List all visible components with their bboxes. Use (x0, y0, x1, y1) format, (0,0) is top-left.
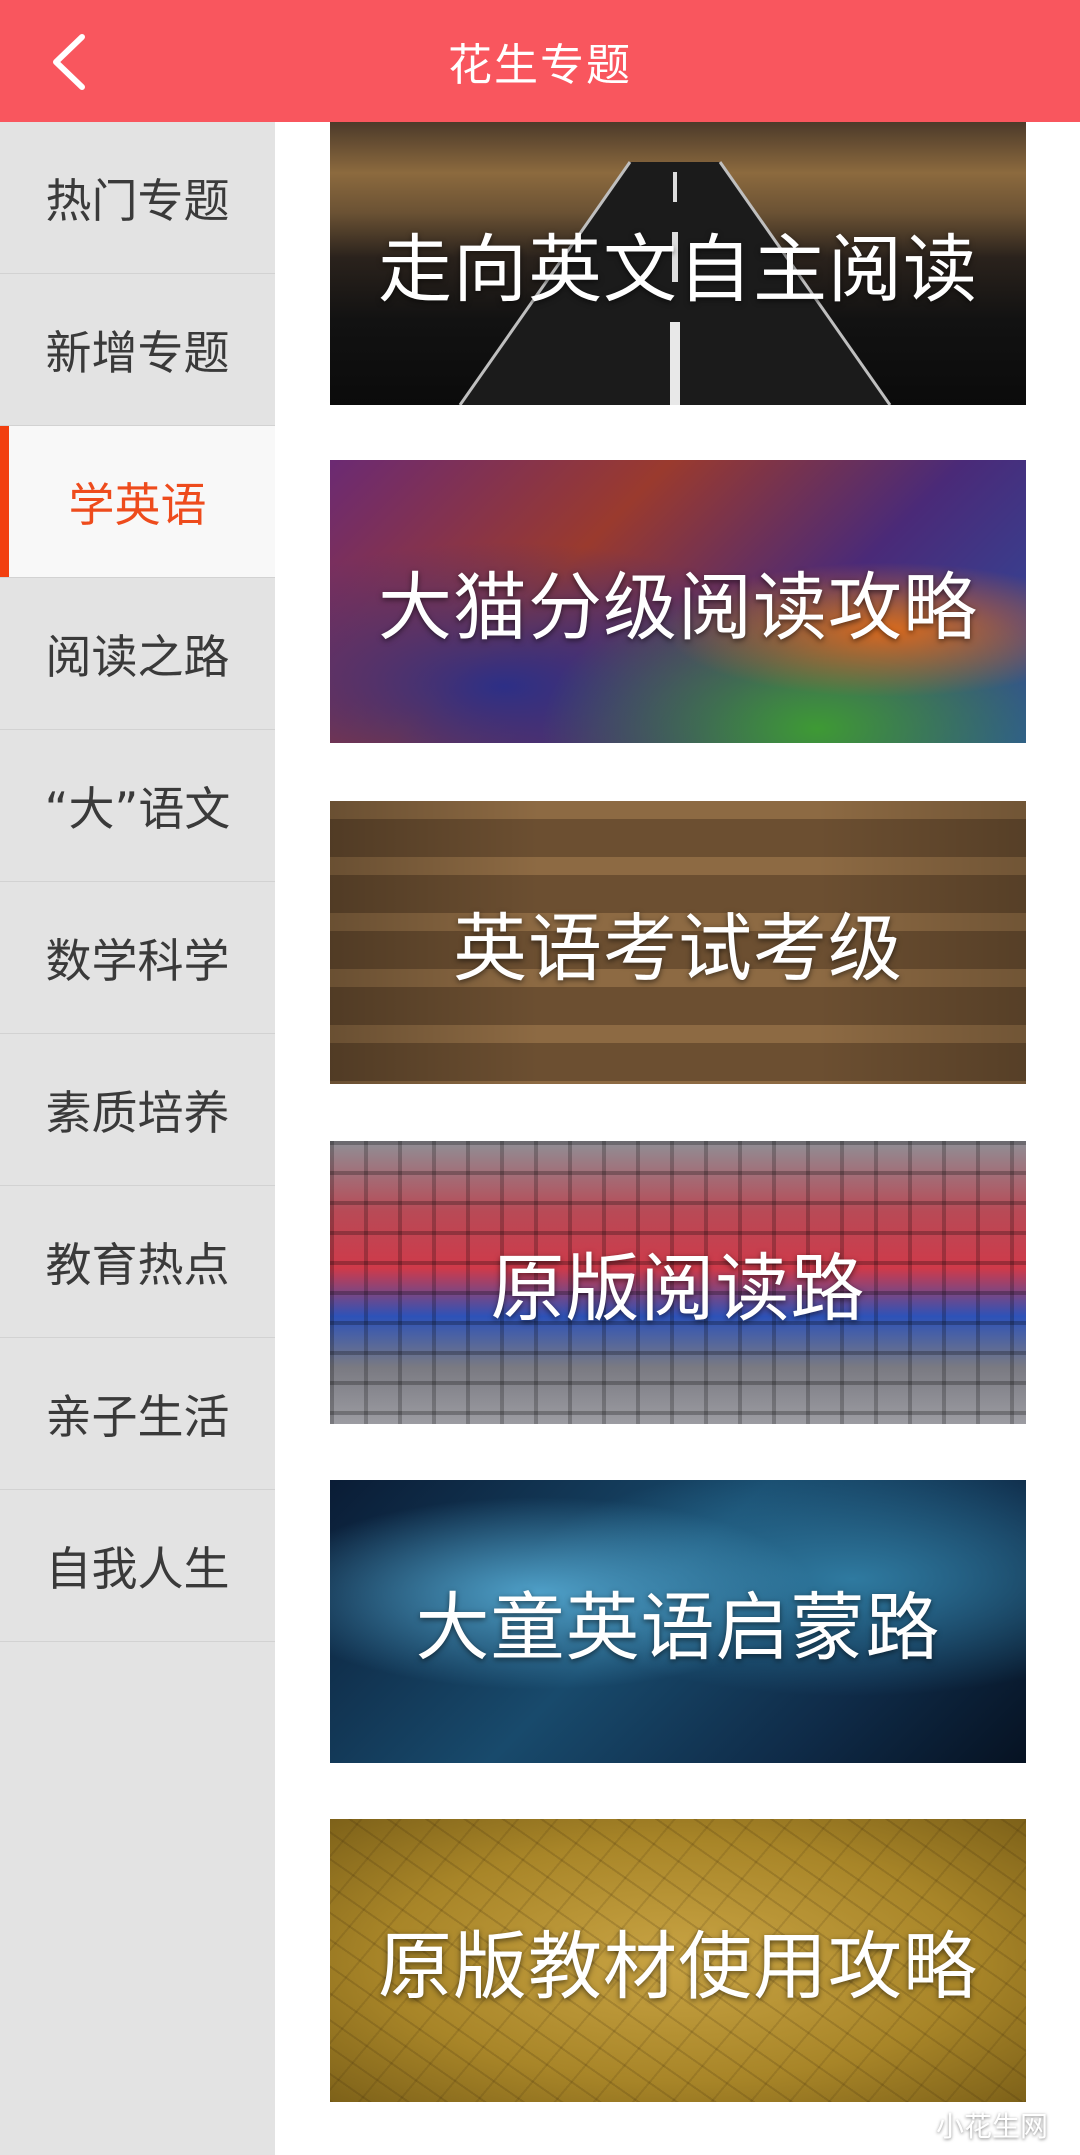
topic-card-english-independent-reading[interactable]: 走向英文自主阅读 (330, 122, 1026, 405)
sidebar-item-quality-development[interactable]: 素质培养 (0, 1034, 275, 1186)
topic-list[interactable]: 走向英文自主阅读 大猫分级阅读攻略 英语考试考级 原版阅读路 大童英语启蒙路 原… (275, 122, 1080, 2155)
wechat-icon (886, 2110, 925, 2139)
top-app-bar: 花生专题 (0, 0, 1080, 122)
card-title: 大童英语启蒙路 (415, 1585, 941, 1671)
sidebar-item-label: 亲子生活 (45, 1389, 230, 1444)
sidebar-item-hot-topics[interactable]: 热门专题 (0, 122, 275, 274)
chevron-left-icon (53, 34, 85, 90)
card-title: 走向英文自主阅读 (378, 227, 978, 313)
topic-card-english-exams[interactable]: 英语考试考级 (330, 801, 1026, 1084)
card-title: 原版教材使用攻略 (378, 1924, 978, 2010)
sidebar-item-label: 新增专题 (45, 325, 230, 380)
sidebar-item-label: 学英语 (68, 477, 207, 532)
sidebar-item-label: “大”语文 (44, 781, 231, 836)
sidebar-item-family-life[interactable]: 亲子生活 (0, 1338, 275, 1490)
topic-card-original-reading[interactable]: 原版阅读路 (330, 1141, 1026, 1424)
sidebar-item-education-news[interactable]: 教育热点 (0, 1186, 275, 1338)
sidebar-item-reading-path[interactable]: 阅读之路 (0, 578, 275, 730)
card-title: 大猫分级阅读攻略 (378, 565, 978, 651)
watermark-text: 小花生网 (936, 2110, 1049, 2143)
watermark: 小花生网 (886, 2105, 1048, 2145)
sidebar-item-math-science[interactable]: 数学科学 (0, 882, 275, 1034)
page-title: 花生专题 (448, 40, 632, 91)
sidebar-item-label: 素质培养 (45, 1085, 230, 1140)
sidebar-item-learn-english[interactable]: 学英语 (0, 426, 275, 578)
sidebar-item-self-life[interactable]: 自我人生 (0, 1490, 275, 1642)
active-indicator (0, 426, 9, 577)
sidebar-item-label: 热门专题 (45, 173, 230, 228)
sidebar-item-label: 阅读之路 (45, 629, 230, 684)
category-sidebar: 热门专题 新增专题 学英语 阅读之路 “大”语文 数学科学 素质培养 教育热点 … (0, 122, 275, 2155)
sidebar-item-label: 自我人生 (45, 1541, 230, 1596)
sidebar-item-label: 教育热点 (45, 1237, 230, 1292)
sidebar-item-new-topics[interactable]: 新增专题 (0, 274, 275, 426)
topic-card-big-cat-reading[interactable]: 大猫分级阅读攻略 (330, 460, 1026, 743)
topic-card-original-textbooks[interactable]: 原版教材使用攻略 (330, 1819, 1026, 2102)
back-button[interactable] (28, 22, 108, 102)
sidebar-item-label: 数学科学 (45, 933, 230, 988)
card-title: 英语考试考级 (453, 906, 903, 992)
card-title: 原版阅读路 (490, 1246, 866, 1332)
topic-card-older-kids-english[interactable]: 大童英语启蒙路 (330, 1480, 1026, 1763)
sidebar-item-chinese[interactable]: “大”语文 (0, 730, 275, 882)
